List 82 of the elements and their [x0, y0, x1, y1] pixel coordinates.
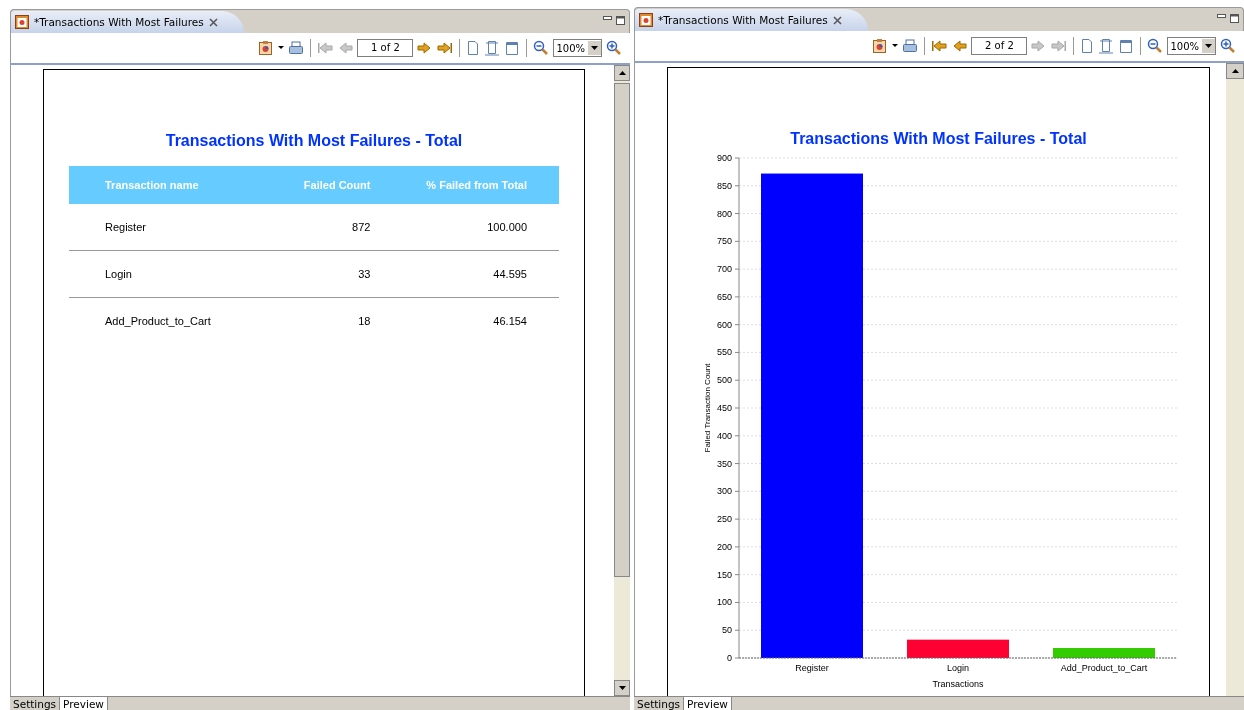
report-title: Transactions With Most Failures - Total: [790, 130, 1087, 148]
tick-label: 400: [716, 430, 732, 441]
print-icon[interactable]: [902, 38, 919, 54]
category-label: Login: [946, 663, 969, 673]
zoom-out-icon[interactable]: [1147, 38, 1164, 54]
page-field[interactable]: 2 of 2: [971, 37, 1028, 55]
zoom-in-icon[interactable]: [606, 40, 622, 56]
tick-label: 600: [716, 319, 732, 330]
page-field[interactable]: 1 of 2: [357, 39, 414, 57]
table-cell: Add_Product_to_Cart: [69, 297, 270, 344]
left-arrow-icon[interactable]: [931, 38, 948, 54]
tick-label: 800: [716, 208, 732, 219]
report-title: Transactions With Most Failures - Total: [165, 132, 463, 150]
tick-label: 0: [726, 653, 732, 663]
print-icon[interactable]: [288, 40, 305, 56]
close-icon[interactable]: [832, 15, 842, 25]
report-icon: [639, 13, 653, 27]
table-cell: 872: [269, 204, 372, 251]
x-axis-title: Transactions: [931, 679, 984, 689]
close-icon[interactable]: [208, 17, 218, 27]
tick-label: 450: [716, 403, 732, 413]
fit-page-icon[interactable]: [1118, 38, 1135, 54]
editor-tab[interactable]: *Transactions With Most Failures: [635, 9, 868, 31]
tab-title: *Transactions With Most Failures: [34, 16, 204, 28]
tick-label: 850: [716, 180, 732, 191]
maximize-icon[interactable]: [1230, 14, 1239, 23]
page-icon[interactable]: [466, 40, 481, 56]
tick-label: 750: [716, 236, 732, 247]
caret-icon: [591, 46, 598, 50]
report-icon[interactable]: [258, 40, 275, 56]
tick-label: 100: [716, 597, 732, 608]
report-icon: [15, 15, 29, 29]
up-arrow-icon[interactable]: [1231, 69, 1239, 73]
page-icon[interactable]: [1080, 38, 1095, 54]
caret-icon[interactable]: [278, 46, 285, 50]
caret-icon: [1205, 44, 1212, 48]
bottom-tab[interactable]: Preview: [684, 697, 732, 710]
tick-label: 700: [716, 264, 732, 275]
scrollbar[interactable]: [1226, 63, 1244, 696]
zoom-dropdown[interactable]: 100%: [1167, 37, 1216, 55]
tab-title: *Transactions With Most Failures: [658, 14, 828, 26]
up-arrow-icon[interactable]: [618, 71, 626, 75]
zoom-out-icon[interactable]: [533, 40, 550, 56]
tick-label: 150: [716, 569, 732, 580]
report-icon[interactable]: [872, 38, 889, 54]
bottom-tab[interactable]: Preview: [60, 697, 108, 710]
fit-width-icon[interactable]: [484, 40, 501, 56]
tick-label: 50: [721, 625, 732, 636]
table-cell: 44.595: [371, 250, 559, 298]
scrollbar[interactable]: [614, 65, 630, 696]
maximize-icon[interactable]: [616, 16, 625, 25]
column-header: Transaction name: [69, 166, 270, 204]
table-cell: 33: [269, 250, 372, 298]
fit-width-icon[interactable]: [1098, 38, 1115, 54]
caret-icon[interactable]: [892, 44, 899, 48]
zoom-in-icon[interactable]: [1220, 38, 1236, 54]
y-axis-title: Failed Transaction Count: [702, 363, 712, 453]
tick-label: 350: [716, 458, 732, 469]
table-cell: 18: [269, 297, 372, 344]
right-arrow-icon[interactable]: [437, 40, 454, 56]
tick-label: 200: [716, 541, 732, 552]
tick-label: 500: [716, 375, 732, 386]
column-header: % Failed from Total: [371, 166, 559, 204]
down-arrow-icon[interactable]: [618, 686, 626, 690]
category-label: Register: [794, 663, 829, 673]
editor-tab[interactable]: *Transactions With Most Failures: [11, 11, 244, 33]
table-cell: 46.154: [371, 297, 559, 344]
tick-label: 300: [716, 486, 732, 497]
table-cell: Login: [69, 250, 270, 298]
category-label: Add_Product_to_Cart: [1060, 663, 1147, 673]
tick-label: 900: [716, 153, 732, 163]
minimize-icon[interactable]: [603, 16, 612, 21]
left-arrow-icon[interactable]: [951, 38, 968, 54]
minimize-icon[interactable]: [1217, 14, 1226, 19]
tick-label: 550: [716, 347, 732, 358]
column-header: Failed Count: [269, 166, 372, 204]
table-cell: 100.000: [371, 204, 559, 251]
tick-label: 650: [716, 291, 732, 302]
zoom-dropdown[interactable]: 100%: [553, 39, 602, 57]
table-cell: Register: [69, 204, 270, 251]
tick-label: 250: [716, 514, 732, 525]
fit-page-icon[interactable]: [504, 40, 521, 56]
